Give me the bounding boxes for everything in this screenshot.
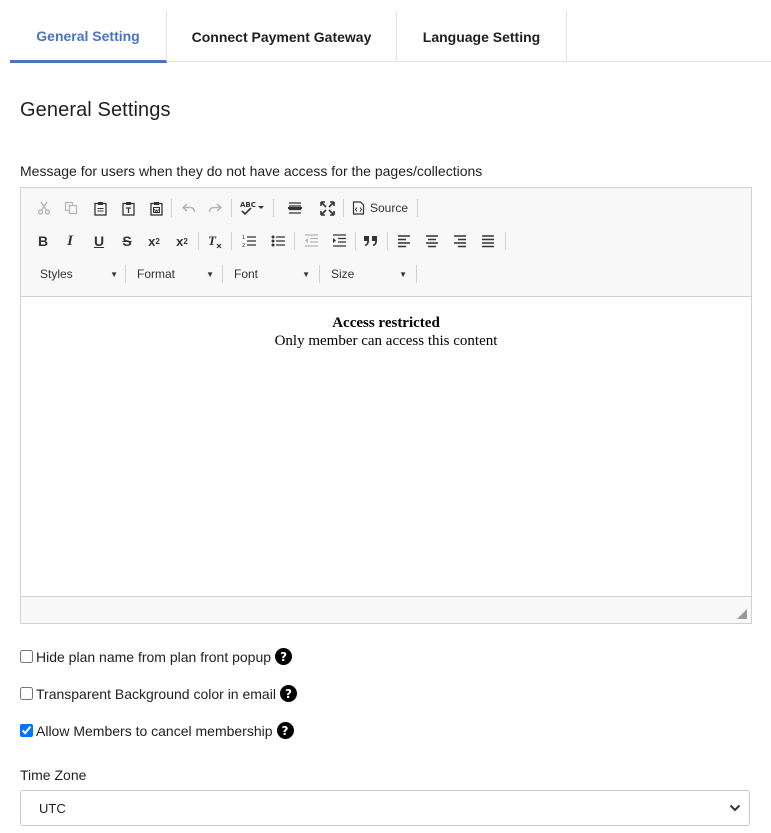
copy-icon[interactable] [59, 196, 83, 220]
source-icon [352, 201, 365, 215]
size-dropdown[interactable]: Size ▼ [323, 263, 411, 285]
hide-plan-name-label: Hide plan name from plan front popup [36, 648, 272, 665]
strikethrough-icon[interactable]: S [115, 229, 139, 253]
align-left-icon[interactable] [392, 229, 416, 253]
option-transparent-background[interactable]: Transparent Background color in email ? [20, 685, 297, 702]
cut-icon[interactable] [32, 196, 56, 220]
timezone-label: Time Zone [20, 767, 87, 783]
superscript-icon[interactable]: x2 [170, 229, 194, 253]
page-title: General Settings [20, 99, 171, 121]
blockquote-icon[interactable] [359, 229, 383, 253]
transparent-background-label: Transparent Background color in email [36, 685, 276, 702]
italic-icon[interactable]: I [58, 229, 82, 253]
align-right-icon[interactable] [448, 229, 472, 253]
bold-icon[interactable]: B [31, 229, 55, 253]
paste-text-icon[interactable] [116, 196, 140, 220]
numbered-list-icon[interactable]: 12 [237, 229, 261, 253]
chevron-down-icon: ▼ [206, 269, 214, 279]
hide-plan-name-checkbox[interactable] [20, 650, 33, 663]
underline-icon[interactable]: U [87, 229, 111, 253]
paste-from-word-icon[interactable] [144, 196, 168, 220]
timezone-value: UTC [39, 800, 66, 816]
redo-icon[interactable] [203, 196, 227, 220]
remove-format-icon[interactable]: T [203, 229, 227, 253]
message-label: Message for users when they do not have … [20, 163, 483, 179]
svg-text:1: 1 [242, 235, 245, 241]
tab-language-setting[interactable]: Language Setting [397, 11, 567, 62]
font-label: Font [234, 267, 259, 281]
resize-grip-icon[interactable] [737, 609, 747, 619]
editor-content-area[interactable]: Access restricted Only member can access… [21, 296, 751, 597]
tab-bar: General Setting Connect Payment Gateway … [10, 11, 771, 63]
format-dropdown[interactable]: Format ▼ [129, 263, 218, 285]
size-label: Size [331, 267, 355, 281]
styles-dropdown[interactable]: Styles ▼ [32, 263, 122, 285]
allow-cancel-membership-label: Allow Members to cancel membership [36, 722, 273, 739]
chevron-down-icon: ▼ [399, 269, 407, 279]
bulleted-list-icon[interactable] [266, 229, 290, 253]
chevron-down-icon [729, 804, 741, 812]
allow-cancel-membership-checkbox[interactable] [20, 724, 33, 737]
option-allow-cancel-membership[interactable]: Allow Members to cancel membership ? [20, 722, 294, 739]
spellcheck-icon[interactable]: ABC [237, 196, 269, 220]
font-dropdown[interactable]: Font ▼ [226, 263, 314, 285]
option-hide-plan-name[interactable]: Hide plan name from plan front popup ? [20, 648, 293, 665]
svg-text:2: 2 [242, 243, 245, 248]
decrease-indent-icon[interactable] [299, 229, 323, 253]
content-title: Access restricted [332, 315, 440, 331]
source-label: Source [370, 201, 409, 215]
align-justify-icon[interactable] [476, 229, 500, 253]
help-icon[interactable]: ? [275, 648, 293, 665]
source-button[interactable]: Source [352, 196, 408, 220]
help-icon[interactable]: ? [276, 722, 294, 739]
format-label: Format [137, 267, 176, 281]
tab-general-setting[interactable]: General Setting [10, 11, 167, 63]
undo-icon[interactable] [177, 196, 201, 220]
help-icon[interactable]: ? [279, 685, 297, 702]
toolbar-row-formatting: B I U S x2 x2 T 12 [21, 227, 751, 255]
toolbar-row-clipboard: ABC Source [21, 194, 751, 222]
horizontal-line-icon[interactable] [283, 196, 307, 220]
maximize-icon[interactable] [315, 196, 339, 220]
chevron-down-icon: ▼ [110, 269, 118, 279]
tab-connect-payment-gateway[interactable]: Connect Payment Gateway [167, 11, 397, 62]
svg-text:ABC: ABC [240, 201, 256, 209]
transparent-background-checkbox[interactable] [20, 687, 33, 700]
content-body: Only member can access this content [274, 333, 498, 349]
editor-toolbar: ABC Source B I U S x2 x2 T 1 2 Styles ▼ … [21, 188, 751, 296]
subscript-icon[interactable]: x2 [142, 229, 166, 253]
svg-text:T: T [208, 233, 217, 248]
align-center-icon[interactable] [420, 229, 444, 253]
styles-label: Styles [40, 267, 73, 281]
toolbar-row-combos: Styles ▼ Format ▼ Font ▼ Size ▼ [21, 260, 751, 288]
rich-text-editor: ABC Source B I U S x2 x2 T 1 2 Styles ▼ … [20, 187, 752, 624]
chevron-down-icon: ▼ [302, 269, 310, 279]
timezone-select[interactable]: UTC [20, 790, 750, 826]
editor-statusbar [21, 597, 751, 623]
increase-indent-icon[interactable] [327, 229, 351, 253]
paste-icon[interactable] [88, 196, 112, 220]
